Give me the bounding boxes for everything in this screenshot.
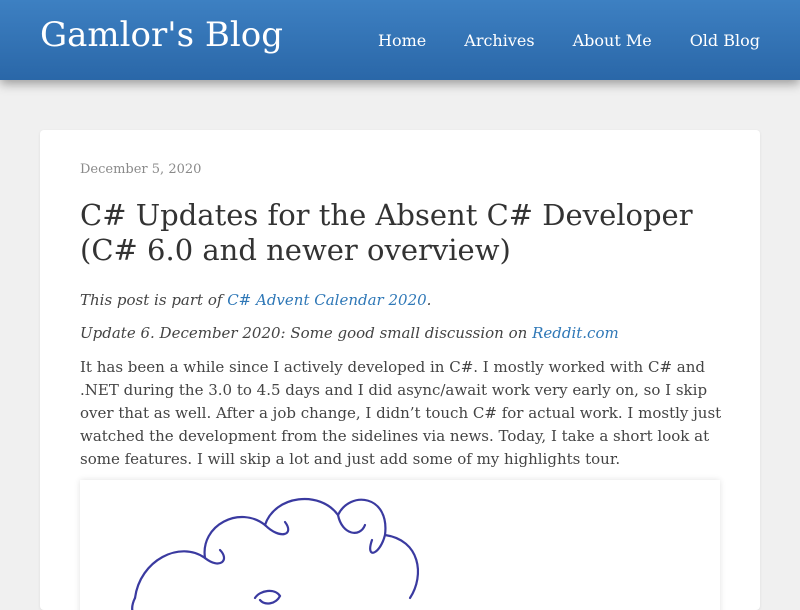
update-note-text: Update 6. December 2020: Some good small… <box>80 324 533 342</box>
handdrawn-cloud-icon <box>131 497 419 610</box>
nav-home-link[interactable]: Home <box>378 31 426 50</box>
post-title: C# Updates for the Absent C# Developer (… <box>80 198 693 267</box>
main-nav: Home Archives About Me Old Blog <box>340 0 760 80</box>
update-note: Update 6. December 2020: Some good small… <box>80 322 725 345</box>
site-title-link[interactable]: Gamlor's Blog <box>40 13 283 57</box>
series-note-prefix: This post is part of <box>80 291 228 309</box>
series-note: This post is part of C# Advent Calendar … <box>80 289 725 312</box>
post-body-paragraph: It has been a while since I actively dev… <box>80 358 722 468</box>
series-note-suffix: . <box>426 291 432 309</box>
advent-calendar-link[interactable]: C# Advent Calendar 2020 <box>227 291 426 309</box>
nav-old-blog-link[interactable]: Old Blog <box>690 31 760 50</box>
reddit-link[interactable]: Reddit.com <box>532 324 619 342</box>
post-image <box>80 480 720 610</box>
site-header: Gamlor's Blog Home Archives About Me Old… <box>0 0 800 80</box>
post-date: December 5, 2020 <box>80 162 202 177</box>
nav-archives-link[interactable]: Archives <box>464 31 534 50</box>
post-card: December 5, 2020 C# Updates for the Abse… <box>40 130 760 610</box>
nav-about-me-link[interactable]: About Me <box>573 31 652 50</box>
